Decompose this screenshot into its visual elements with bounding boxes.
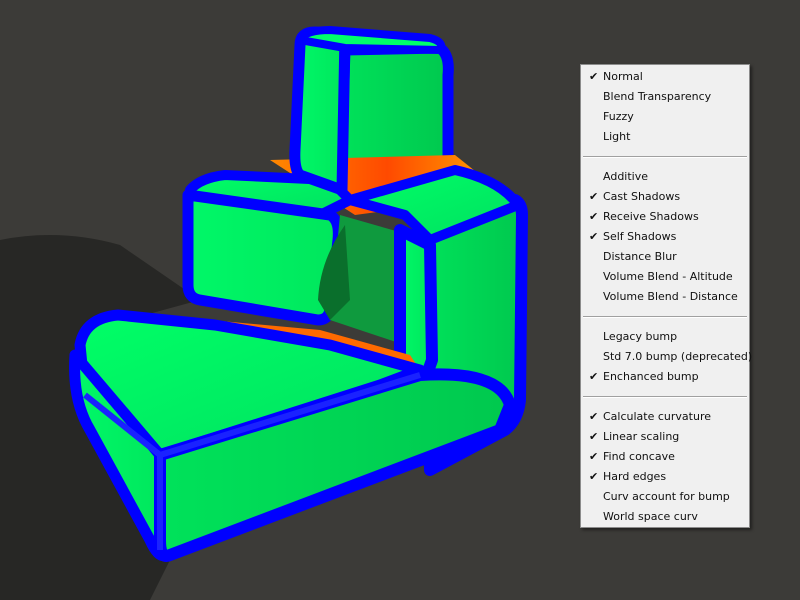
- menu-item-label: Fuzzy: [603, 110, 634, 123]
- menu-item-enchanced-bump[interactable]: ✔ Enchanced bump: [581, 367, 749, 387]
- menu-item-label: Additive: [603, 170, 648, 183]
- checkmark-icon: [589, 287, 603, 307]
- menu-item-label: Enchanced bump: [603, 370, 699, 383]
- menu-item-additive[interactable]: Additive: [581, 167, 749, 187]
- menu-item-label: Calculate curvature: [603, 410, 711, 423]
- menu-item-std-7-0-bump-deprecated[interactable]: Std 7.0 bump (deprecated): [581, 347, 753, 367]
- context-menu: ✔ Normal Blend Transparency Fuzzy Light Addit…: [580, 64, 753, 528]
- menu-item-find-concave[interactable]: ✔ Find concave: [581, 447, 749, 467]
- checkmark-icon: [589, 347, 603, 367]
- menu-item-label: Std 7.0 bump (deprecated): [603, 350, 753, 363]
- menu-item-label: Receive Shadows: [603, 210, 699, 223]
- checkmark-icon: [589, 487, 603, 507]
- checkmark-icon: [589, 87, 603, 107]
- menu-item-volume-blend-distance[interactable]: Volume Blend - Distance: [581, 287, 749, 307]
- menu-item-hard-edges[interactable]: ✔ Hard edges: [581, 467, 749, 487]
- menu-separator: [583, 316, 747, 318]
- menu-separator: [583, 396, 747, 398]
- menu-item-label: Hard edges: [603, 470, 667, 483]
- menu-item-fuzzy[interactable]: Fuzzy: [581, 107, 749, 127]
- menu-item-legacy-bump[interactable]: Legacy bump: [581, 327, 749, 347]
- menu-item-label: Blend Transparency: [603, 90, 712, 103]
- menu-item-label: Curv account for bump: [603, 490, 730, 503]
- middle-step-front-face: [182, 189, 344, 326]
- menu-item-label: Find concave: [603, 450, 675, 463]
- checkmark-icon: [589, 327, 603, 347]
- checkmark-icon: [589, 507, 603, 527]
- checkmark-icon: [589, 167, 603, 187]
- menu-item-cast-shadows[interactable]: ✔ Cast Shadows: [581, 187, 749, 207]
- menu-item-blend-transparency[interactable]: Blend Transparency: [581, 87, 749, 107]
- checkmark-icon: ✔: [589, 410, 599, 423]
- menu-item-label: Volume Blend - Distance: [603, 290, 738, 303]
- menu-item-label: Light: [603, 130, 631, 143]
- menu-item-light[interactable]: Light: [581, 127, 749, 147]
- menu-item-receive-shadows[interactable]: ✔ Receive Shadows: [581, 207, 749, 227]
- checkmark-icon: ✔: [589, 470, 599, 483]
- checkmark-icon: ✔: [589, 450, 599, 463]
- menu-item-label: Normal: [603, 70, 643, 83]
- menu-item-linear-scaling[interactable]: ✔ Linear scaling: [581, 427, 749, 447]
- menu-separator: [583, 156, 747, 158]
- checkmark-icon: ✔: [589, 70, 599, 83]
- checkmark-icon: ✔: [589, 430, 599, 443]
- menu-item-label: World space curv: [603, 510, 698, 523]
- checkmark-icon: [589, 267, 603, 287]
- checkmark-icon: [589, 127, 603, 147]
- menu-item-label: Cast Shadows: [603, 190, 681, 203]
- menu-item-label: Distance Blur: [603, 250, 677, 263]
- menu-item-label: Legacy bump: [603, 330, 678, 343]
- top-cube-front-face: [289, 26, 351, 196]
- checkmark-icon: ✔: [589, 370, 599, 383]
- menu-item-distance-blur[interactable]: Distance Blur: [581, 247, 749, 267]
- checkmark-icon: ✔: [589, 230, 599, 243]
- menu-item-self-shadows[interactable]: ✔ Self Shadows: [581, 227, 749, 247]
- checkmark-icon: [589, 247, 603, 267]
- menu-item-normal[interactable]: ✔ Normal: [581, 67, 749, 87]
- menu-item-calculate-curvature[interactable]: ✔ Calculate curvature: [581, 407, 749, 427]
- menu-item-label: Volume Blend - Altitude: [603, 270, 733, 283]
- checkmark-icon: ✔: [589, 190, 599, 203]
- menu-item-label: Linear scaling: [603, 430, 680, 443]
- menu-item-label: Self Shadows: [603, 230, 677, 243]
- menu-item-volume-blend-altitude[interactable]: Volume Blend - Altitude: [581, 267, 749, 287]
- menu-item-world-space-curv[interactable]: World space curv: [581, 507, 749, 527]
- menu-item-curv-account-for-bump[interactable]: Curv account for bump: [581, 487, 749, 507]
- checkmark-icon: ✔: [589, 210, 599, 223]
- checkmark-icon: [589, 107, 603, 127]
